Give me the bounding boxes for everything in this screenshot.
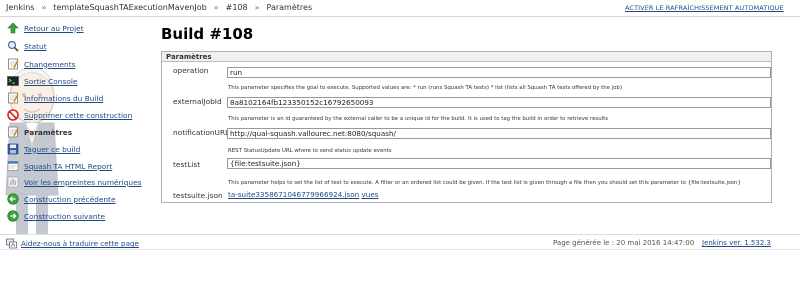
sidebar-item-label[interactable]: Changements — [24, 60, 75, 69]
sidebar-item-label[interactable]: Construction précédente — [24, 195, 116, 204]
sidebar-item-label[interactable]: Construction suivante — [24, 212, 105, 221]
sidebar-item-back-to-project[interactable]: Retour au Projet — [7, 20, 84, 36]
param-label-operation: operation — [173, 66, 209, 75]
auto-refresh-link[interactable]: ACTIVER LE RAFRAÎCHISSEMENT AUTOMATIQUE — [625, 4, 784, 12]
notepad-icon — [7, 58, 19, 70]
param-value-notification-url[interactable]: http://qual-squash.vallourec.net:8080/sq… — [227, 128, 771, 139]
sidebar-item-status[interactable]: Statut — [7, 38, 47, 54]
breadcrumb-separator: » — [254, 3, 260, 12]
param-label-testsuite-json: testsuite.json — [173, 191, 223, 200]
breadcrumb-job[interactable]: templateSquashTAExecutionMavenJob — [53, 3, 206, 12]
breadcrumb-build[interactable]: #108 — [226, 3, 248, 12]
sidebar-item-label[interactable]: Squash TA HTML Report — [24, 162, 112, 171]
testsuite-file-link[interactable]: ta-suite3358671046779966924.json — [228, 190, 359, 199]
sidebar-item-build-info[interactable]: Informations du Build — [7, 90, 103, 106]
breadcrumb-separator: » — [41, 3, 47, 12]
sidebar-item-console-output[interactable]: Sortie Console — [7, 73, 77, 89]
sidebar-item-parameters[interactable]: Paramètres — [7, 124, 72, 140]
param-description-test-list: This parameter helps to set the list of … — [228, 180, 741, 186]
sidebar-item-label[interactable]: Sortie Console — [24, 77, 77, 86]
param-description-notification-url: REST StatusUpdate URL where to send stat… — [228, 148, 392, 154]
jenkins-version-link[interactable]: Jenkins ver. 1.532.3 — [702, 239, 771, 247]
no-entry-icon — [7, 109, 19, 121]
notepad-icon — [7, 126, 19, 138]
param-description-operation: This parameter specifies the goal to exe… — [228, 85, 623, 91]
testsuite-view-link[interactable]: vues — [362, 190, 379, 199]
sidebar-item-fingerprints[interactable]: Voir les empreintes numériques — [7, 174, 141, 190]
sidebar: Retour au Projet Statut Changements Sort… — [0, 17, 150, 235]
param-value-operation[interactable]: run — [227, 67, 771, 78]
footer-translate: Aidez-nous à traduire cette page — [6, 238, 139, 249]
sidebar-item-next-build[interactable]: Construction suivante — [7, 208, 105, 224]
sidebar-item-changes[interactable]: Changements — [7, 56, 75, 72]
page-generated-timestamp: Page générée le : 20 mai 2016 14:47:00 — [553, 239, 695, 247]
save-icon — [7, 143, 19, 155]
sidebar-item-tag-build[interactable]: Taguer ce build — [7, 141, 80, 157]
param-label-test-list: testList — [173, 160, 201, 169]
divider — [0, 249, 800, 250]
fingerprint-icon — [7, 176, 19, 188]
parameters-section-title: Paramètres — [162, 52, 771, 62]
sidebar-item-squash-report[interactable]: Squash TA HTML Report — [7, 158, 112, 174]
report-icon — [7, 160, 19, 172]
sidebar-item-label[interactable]: Supprimer cette construction — [24, 111, 132, 120]
sidebar-item-label[interactable]: Statut — [24, 42, 47, 51]
param-label-external-job-id: externalJobId — [173, 97, 222, 106]
arrow-left-icon — [7, 193, 19, 205]
breadcrumb-bar: Jenkins » templateSquashTAExecutionMaven… — [0, 0, 800, 17]
sidebar-item-label[interactable]: Paramètres — [24, 128, 72, 137]
sidebar-item-label[interactable]: Informations du Build — [24, 94, 103, 103]
search-icon — [7, 40, 19, 52]
param-label-notification-url: notificationURL — [173, 128, 230, 137]
page-title: Build #108 — [161, 25, 254, 43]
translate-icon — [6, 238, 17, 249]
sidebar-item-label[interactable]: Taguer ce build — [24, 145, 80, 154]
param-description-external-job-id: This parameter is an id guaranteed by th… — [228, 116, 609, 122]
param-value-external-job-id[interactable]: 8a8102164fb123350152c16792650093 — [227, 97, 771, 108]
translate-link[interactable]: Aidez-nous à traduire cette page — [21, 239, 139, 248]
sidebar-item-label[interactable]: Retour au Projet — [24, 24, 84, 33]
sidebar-item-delete-build[interactable]: Supprimer cette construction — [7, 107, 132, 123]
sidebar-item-previous-build[interactable]: Construction précédente — [7, 191, 116, 207]
param-file-links: ta-suite3358671046779966924.json vues — [228, 190, 379, 199]
param-value-test-list[interactable]: {file:testsuite.json} — [227, 158, 771, 169]
sidebar-item-label[interactable]: Voir les empreintes numériques — [24, 178, 141, 187]
footer: Aidez-nous à traduire cette page Page gé… — [0, 234, 800, 249]
terminal-icon — [7, 75, 19, 87]
breadcrumb: Jenkins » templateSquashTAExecutionMaven… — [6, 3, 312, 12]
breadcrumb-parameters[interactable]: Paramètres — [267, 3, 313, 12]
breadcrumb-separator: » — [213, 3, 219, 12]
breadcrumb-jenkins[interactable]: Jenkins — [6, 3, 34, 12]
up-arrow-icon — [7, 22, 19, 34]
arrow-right-icon — [7, 210, 19, 222]
parameters-table: Paramètres operation run This parameter … — [161, 51, 772, 203]
notepad-icon — [7, 92, 19, 104]
